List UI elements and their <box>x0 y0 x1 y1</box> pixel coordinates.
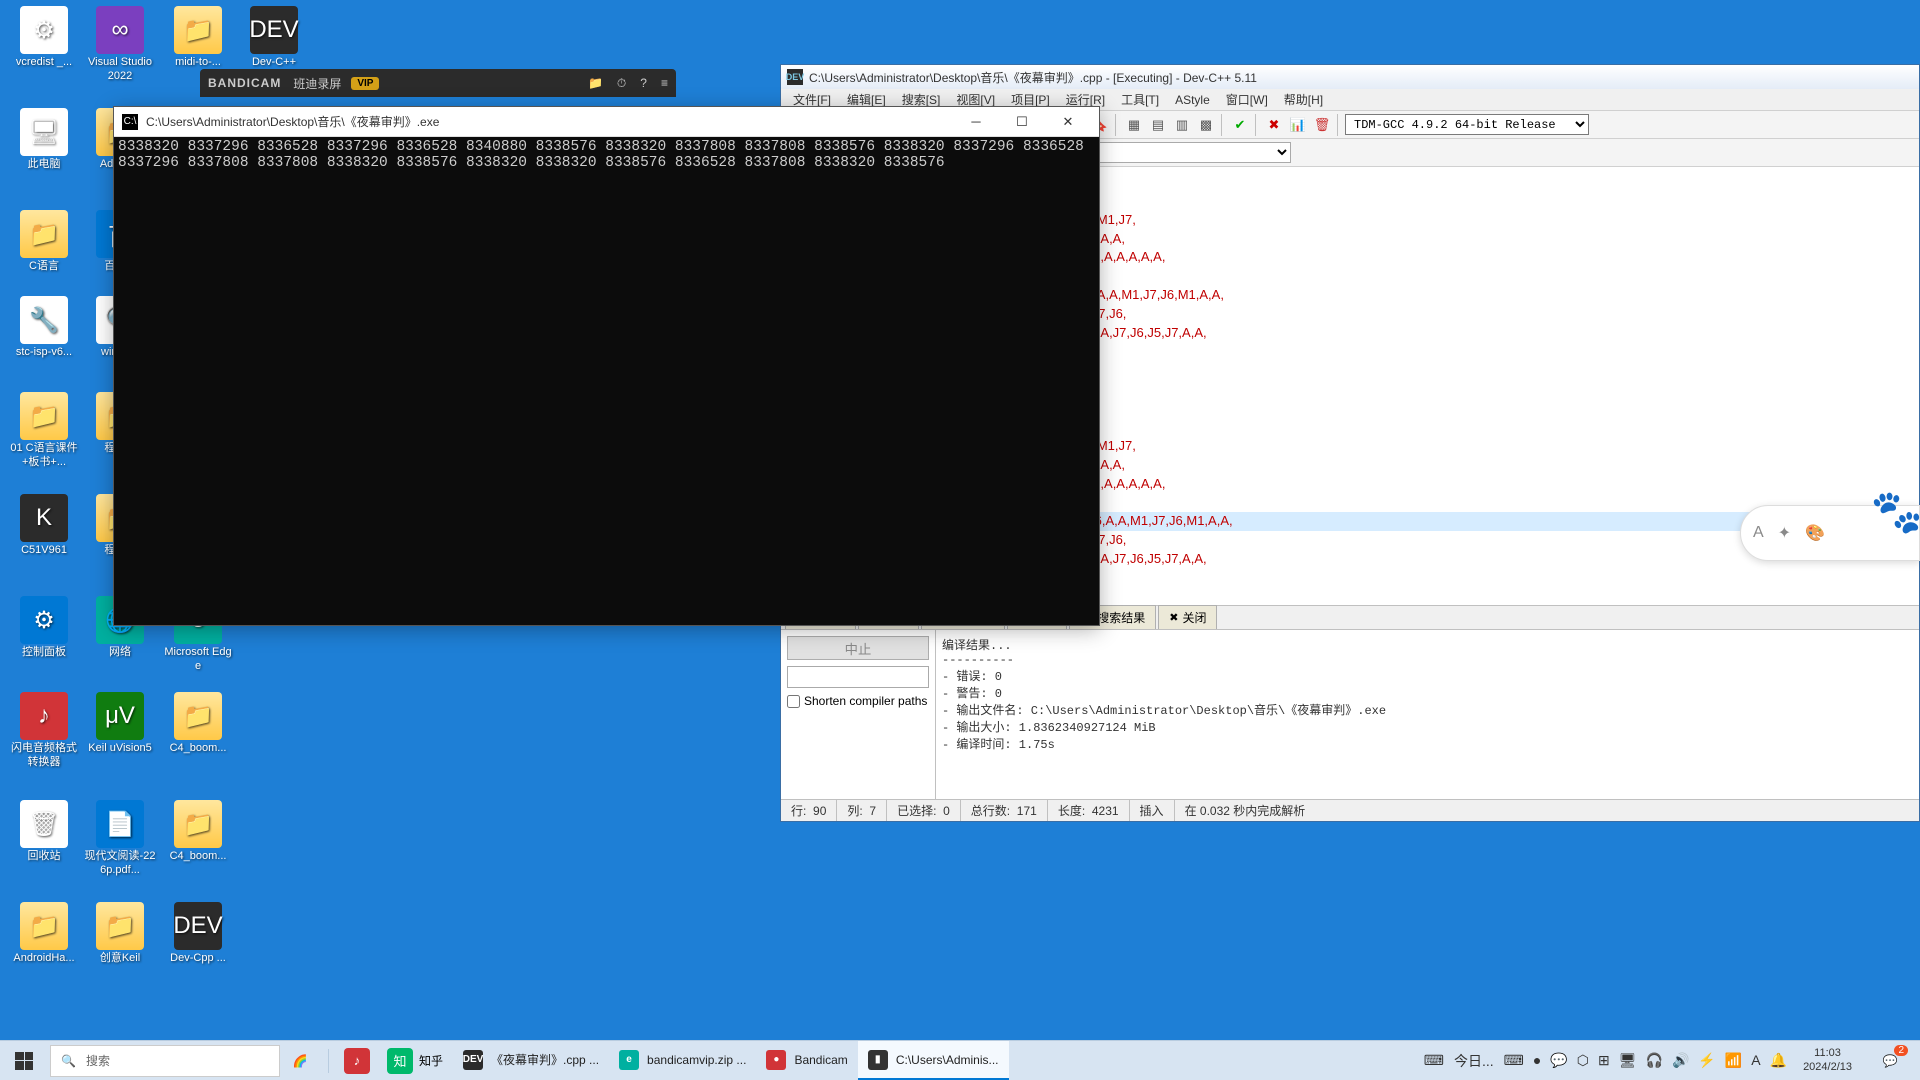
desktop-icon-dev-cpp-[interactable]: DEVDev-Cpp ... <box>162 902 234 966</box>
system-tray: ⌨ 今日... ⌨ ● 💬 ⬡ ⊞ 🖥 🎧 🔊 ⚡ 📶 A 🔔 11:03 2024/2/13 💬2 <box>1416 1041 1920 1080</box>
toolbar-grid3-icon[interactable]: ▥ <box>1171 114 1193 136</box>
task-console[interactable]: ▮C:\Users\Adminis... <box>858 1041 1009 1080</box>
bandicam-logo: BANDICAM <box>208 76 281 90</box>
desktop-icon--keil[interactable]: 创意Keil <box>84 902 156 966</box>
devcpp-app-icon: DEV <box>787 69 803 85</box>
taskbar-clock[interactable]: 11:03 2024/2/13 <box>1797 1047 1858 1075</box>
desktop-icon-c-[interactable]: C语言 <box>8 210 80 274</box>
taskbar-divider <box>328 1049 329 1073</box>
search-icon: 🔍 <box>61 1054 76 1068</box>
desktop-icon-androidha-[interactable]: AndroidHa... <box>8 902 80 966</box>
toolbar-grid4-icon[interactable]: ▩ <box>1195 114 1217 136</box>
toolbar-grid1-icon[interactable]: ▦ <box>1123 114 1145 136</box>
tray-icon-8[interactable]: ⚡ <box>1698 1052 1715 1069</box>
tray-weather-text[interactable]: 今日... <box>1454 1051 1494 1071</box>
task-edge[interactable]: ebandicamvip.zip ... <box>609 1041 756 1080</box>
menu-窗口[W][interactable]: 窗口[W] <box>1218 89 1276 110</box>
bandicam-label: 班迪录屏 <box>293 75 341 92</box>
notification-button[interactable]: 💬2 <box>1868 1041 1912 1080</box>
assistant-sparkle-icon[interactable]: ✦ <box>1778 523 1791 543</box>
bandicam-menu-icon[interactable]: ≡ <box>661 76 668 91</box>
search-placeholder: 搜索 <box>86 1052 110 1069</box>
tray-icon-5[interactable]: 🖥 <box>1619 1052 1637 1069</box>
compile-filter-input[interactable] <box>787 666 929 688</box>
taskbar-search[interactable]: 🔍 搜索 <box>50 1045 280 1077</box>
desktop-icon--[interactable]: ♪闪电音频格式转换器 <box>8 692 80 770</box>
assistant-text-icon[interactable]: A <box>1753 524 1764 542</box>
compile-pane: 中止 Shorten compiler paths 编译结果... ------… <box>781 629 1919 799</box>
start-button[interactable] <box>0 1041 48 1080</box>
toolbar-grid2-icon[interactable]: ▤ <box>1147 114 1169 136</box>
task-devcpp[interactable]: DEV《夜幕审判》.cpp ... <box>453 1041 609 1080</box>
console-output[interactable]: 8338320 8337296 8336528 8337296 8336528 … <box>114 137 1099 625</box>
desktop-icon-vcredist-[interactable]: ⚙vcredist _... <box>8 6 80 70</box>
compile-abort-button[interactable]: 中止 <box>787 636 929 660</box>
music-app[interactable]: ♪ <box>337 1041 377 1080</box>
compile-output: 编译结果... ---------- - 错误: 0 - 警告: 0 - 输出文… <box>936 630 1919 799</box>
console-close-button[interactable]: ✕ <box>1045 107 1091 137</box>
shorten-paths-checkbox[interactable]: Shorten compiler paths <box>787 694 929 708</box>
tray-icon-3[interactable]: ⬡ <box>1577 1052 1589 1069</box>
desktop-icon-c51v961[interactable]: KC51V961 <box>8 494 80 558</box>
console-window: C:\ C:\Users\Administrator\Desktop\音乐\《夜… <box>113 106 1100 626</box>
tray-icon-9[interactable]: 📶 <box>1725 1052 1742 1069</box>
assistant-palette-icon[interactable]: 🎨 <box>1805 523 1825 543</box>
desktop-icon-visual-studio-2022[interactable]: ∞Visual Studio 2022 <box>84 6 156 84</box>
compiler-select[interactable]: TDM-GCC 4.9.2 64-bit Release <box>1345 114 1589 135</box>
toolbar-stop-icon[interactable]: ✖ <box>1263 114 1285 136</box>
tray-icon-6[interactable]: 🎧 <box>1646 1052 1663 1069</box>
tray-icon-0[interactable]: ⌨ <box>1504 1052 1524 1069</box>
console-title: C:\Users\Administrator\Desktop\音乐\《夜幕审判》… <box>146 113 439 130</box>
desktop-icon-stc-isp-v6-[interactable]: 🔧stc-isp-v6... <box>8 296 80 360</box>
desktop-icon-dev-c-[interactable]: DEVDev-C++ <box>238 6 310 70</box>
bandicam-help-icon[interactable]: ? <box>640 76 647 91</box>
devcpp-title: C:\Users\Administrator\Desktop\音乐\《夜幕审判》… <box>809 69 1257 86</box>
desktop-icon--[interactable]: 🖥此电脑 <box>8 108 80 172</box>
tray-icon-11[interactable]: 🔔 <box>1770 1052 1787 1069</box>
bandicam-toolbar: BANDICAM 班迪录屏 VIP 📁 ⏱ ? ≡ <box>200 69 676 97</box>
devcpp-titlebar[interactable]: DEV C:\Users\Administrator\Desktop\音乐\《夜… <box>781 65 1919 89</box>
menu-AStyle[interactable]: AStyle <box>1167 91 1218 109</box>
toolbar-check-icon[interactable]: ✔ <box>1229 114 1251 136</box>
desktop-icon--[interactable]: 🗑回收站 <box>8 800 80 864</box>
devcpp-statusbar: 行: 90 列: 7 已选择: 0 总行数: 171 长度: 4231 插入 在… <box>781 799 1919 821</box>
zhihu-app[interactable]: 知知乎 <box>377 1041 453 1080</box>
assistant-pet-icon: 🐾 <box>1871 488 1920 537</box>
task-bandicam[interactable]: ●Bandicam <box>756 1041 857 1080</box>
desktop-icon-01-c-[interactable]: 01 C语言课件+板书+... <box>8 392 80 470</box>
tray-icon-1[interactable]: ● <box>1533 1052 1541 1069</box>
bottom-tab-关闭[interactable]: ✖关闭 <box>1158 605 1217 629</box>
desktop-icon--226p-pdf-[interactable]: 📄现代文阅读-226p.pdf... <box>84 800 156 878</box>
bandicam-vip-badge: VIP <box>351 77 379 90</box>
bandicam-timer-icon[interactable]: ⏱ <box>617 76 626 91</box>
console-app-icon: C:\ <box>122 114 138 130</box>
toolbar-trash-icon[interactable]: 🗑 <box>1311 114 1333 136</box>
desktop-icon-midi-to-[interactable]: midi-to-... <box>162 6 234 70</box>
tray-icon-2[interactable]: 💬 <box>1550 1052 1567 1069</box>
taskbar: 🔍 搜索 🌈 ♪知知乎 DEV《夜幕审判》.cpp ...ebandicamvi… <box>0 1040 1920 1080</box>
tray-ime-icon[interactable]: ⌨ <box>1424 1052 1444 1069</box>
desktop-icon-keil-uvision5[interactable]: μVKeil uVision5 <box>84 692 156 756</box>
tray-icon-4[interactable]: ⊞ <box>1598 1052 1610 1069</box>
toolbar-chart-icon[interactable]: 📊 <box>1287 114 1309 136</box>
menu-工具[T][interactable]: 工具[T] <box>1113 89 1167 110</box>
taskbar-app-rainbow[interactable]: 🌈 <box>280 1041 320 1080</box>
desktop-icon--[interactable]: ⚙控制面板 <box>8 596 80 660</box>
console-minimize-button[interactable]: ─ <box>953 107 999 137</box>
tray-icon-7[interactable]: 🔊 <box>1672 1052 1689 1069</box>
assistant-widget[interactable]: A ✦ 🎨 🐾 <box>1740 505 1920 561</box>
desktop-icon-c4-boom-[interactable]: C4_boom... <box>162 800 234 864</box>
console-titlebar[interactable]: C:\ C:\Users\Administrator\Desktop\音乐\《夜… <box>114 107 1099 137</box>
console-maximize-button[interactable]: ☐ <box>999 107 1045 137</box>
menu-帮助[H][interactable]: 帮助[H] <box>1276 89 1331 110</box>
desktop-icon-c4-boom-[interactable]: C4_boom... <box>162 692 234 756</box>
bandicam-folder-icon[interactable]: 📁 <box>588 76 603 91</box>
tray-icon-10[interactable]: A <box>1751 1052 1760 1069</box>
